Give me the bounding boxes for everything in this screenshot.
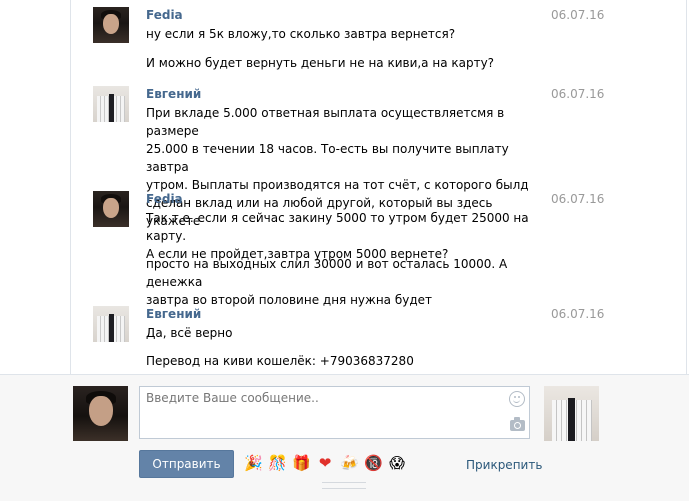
message-input[interactable] [140,387,500,438]
no-under-18-icon[interactable]: 🔞 [364,454,383,472]
message-author[interactable]: Евгений [146,86,201,102]
confetti-icon[interactable]: 🎊 [268,454,287,472]
message-author[interactable]: Евгений [146,306,201,322]
smile-icon[interactable] [509,391,525,407]
screaming-face-icon[interactable]: 😱 [388,454,406,472]
message-date: 06.07.16 [551,192,605,206]
message-date: 06.07.16 [551,307,605,321]
resize-handle[interactable] [322,482,366,489]
my-avatar[interactable] [73,386,128,441]
user-avatar-fedia[interactable] [93,7,129,43]
heart-icon[interactable]: ❤ [316,454,334,472]
message-text: Перевод на киви кошелёк: +79036837280 [146,354,414,368]
message-text: ну если я 5к вложу,то сколько завтра вер… [146,27,456,41]
message-block: Евгений 06.07.16 Да, всё верно Перевод н… [71,300,686,374]
message-author[interactable]: Fedia [146,7,183,23]
message-history[interactable]: Fedia 06.07.16 ну если я 5к вложу,то ско… [71,0,686,374]
beer-mugs-icon[interactable]: 🍻 [340,454,359,472]
user-avatar-fedia[interactable] [93,191,129,227]
user-avatar-evgeniy[interactable] [93,306,129,342]
message-composer: Отправить 🎉 🎊 🎁 ❤ 🍻 🔞 😱 Прикрепить [0,374,689,501]
message-text: Да, всё верно [146,326,233,340]
message-block: Fedia 06.07.16 ну если я 5к вложу,то ско… [71,0,686,80]
dialog-window: Fedia 06.07.16 ну если я 5к вложу,то ско… [0,0,689,501]
gift-icon[interactable]: 🎁 [292,454,311,472]
message-author[interactable]: Fedia [146,191,183,207]
peer-avatar[interactable] [544,386,599,441]
camera-icon[interactable] [510,417,525,431]
message-input-box [139,386,530,439]
message-text: И можно будет вернуть деньги не на киви,… [146,56,495,70]
message-date: 06.07.16 [551,8,605,22]
message-block: Fedia 06.07.16 Так т.е. если я сейчас за… [71,185,686,307]
message-block: Евгений 06.07.16 При вкладе 5.000 ответн… [71,80,686,228]
send-button[interactable]: Отправить [139,450,234,478]
divider [686,0,687,375]
user-avatar-evgeniy[interactable] [93,86,129,122]
attach-link[interactable]: Прикрепить [466,457,542,473]
message-date: 06.07.16 [551,87,605,101]
party-popper-icon[interactable]: 🎉 [244,454,263,472]
